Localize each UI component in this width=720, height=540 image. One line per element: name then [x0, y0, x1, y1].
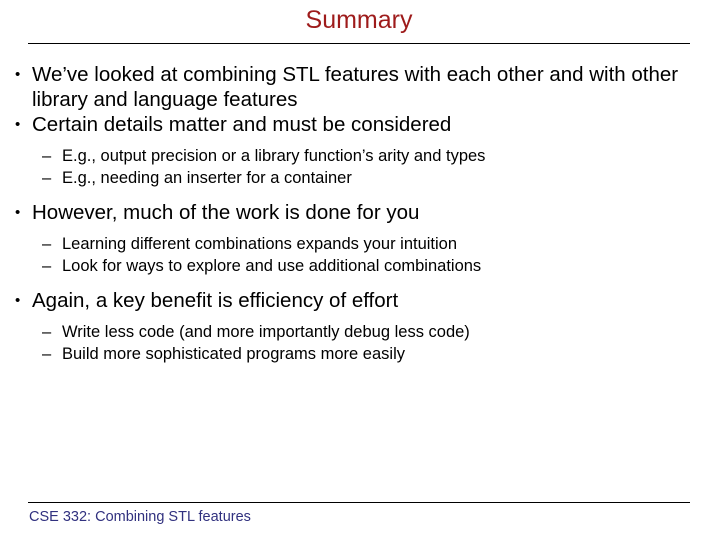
- sub-bullet-item: – Build more sophisticated programs more…: [0, 344, 720, 366]
- sub-bullet-text: Write less code (and more importantly de…: [62, 323, 470, 341]
- page-title: Summary: [305, 6, 413, 34]
- dash-marker-icon: –: [42, 344, 52, 363]
- sub-bullet-text: E.g., needing an inserter for a containe…: [62, 168, 352, 187]
- sub-bullet-item: – E.g., output precision or a library fu…: [0, 146, 720, 168]
- sub-bullet-item: – Write less code (and more importantly …: [0, 322, 720, 344]
- slide-footer: CSE 332: Combining STL features: [29, 509, 251, 525]
- dash-marker-icon: –: [42, 168, 52, 187]
- bullet-text: Again, a key benefit is efficiency of ef…: [32, 289, 399, 312]
- bullet-text: Certain details matter and must be consi…: [32, 113, 452, 136]
- bullet-item: • We’ve looked at combining STL features…: [0, 62, 720, 112]
- bullet-text: We’ve looked at combining STL features w…: [32, 63, 679, 111]
- dash-marker-icon: –: [42, 256, 52, 275]
- bullet-marker-icon: •: [15, 292, 21, 309]
- sub-bullet-text: Look for ways to explore and use additio…: [62, 256, 482, 275]
- bullet-item: • Again, a key benefit is efficiency of …: [0, 288, 720, 313]
- dash-marker-icon: –: [42, 323, 52, 341]
- bullet-text: However, much of the work is done for yo…: [32, 201, 420, 224]
- title-divider-rule: [28, 43, 690, 44]
- sub-bullet-text: Learning different combinations expands …: [62, 235, 458, 253]
- sub-bullet-text: E.g., output precision or a library func…: [62, 147, 486, 165]
- sub-bullet-item: – Look for ways to explore and use addit…: [0, 256, 720, 278]
- footer-divider-rule: [28, 502, 690, 503]
- sub-bullet-item: – E.g., needing an inserter for a contai…: [0, 168, 720, 190]
- sub-bullet-item: – Learning different combinations expand…: [0, 234, 720, 256]
- bullet-marker-icon: •: [15, 66, 21, 83]
- bullet-item: • However, much of the work is done for …: [0, 200, 720, 225]
- bullet-marker-icon: •: [15, 116, 21, 133]
- dash-marker-icon: –: [42, 147, 52, 165]
- bullet-item: • Certain details matter and must be con…: [0, 112, 720, 137]
- slide-body: • We’ve looked at combining STL features…: [0, 62, 720, 365]
- sub-bullet-text: Build more sophisticated programs more e…: [62, 344, 405, 363]
- presentation-slide: Summary • We’ve looked at combining STL …: [0, 0, 720, 540]
- dash-marker-icon: –: [42, 235, 52, 253]
- bullet-marker-icon: •: [15, 204, 21, 221]
